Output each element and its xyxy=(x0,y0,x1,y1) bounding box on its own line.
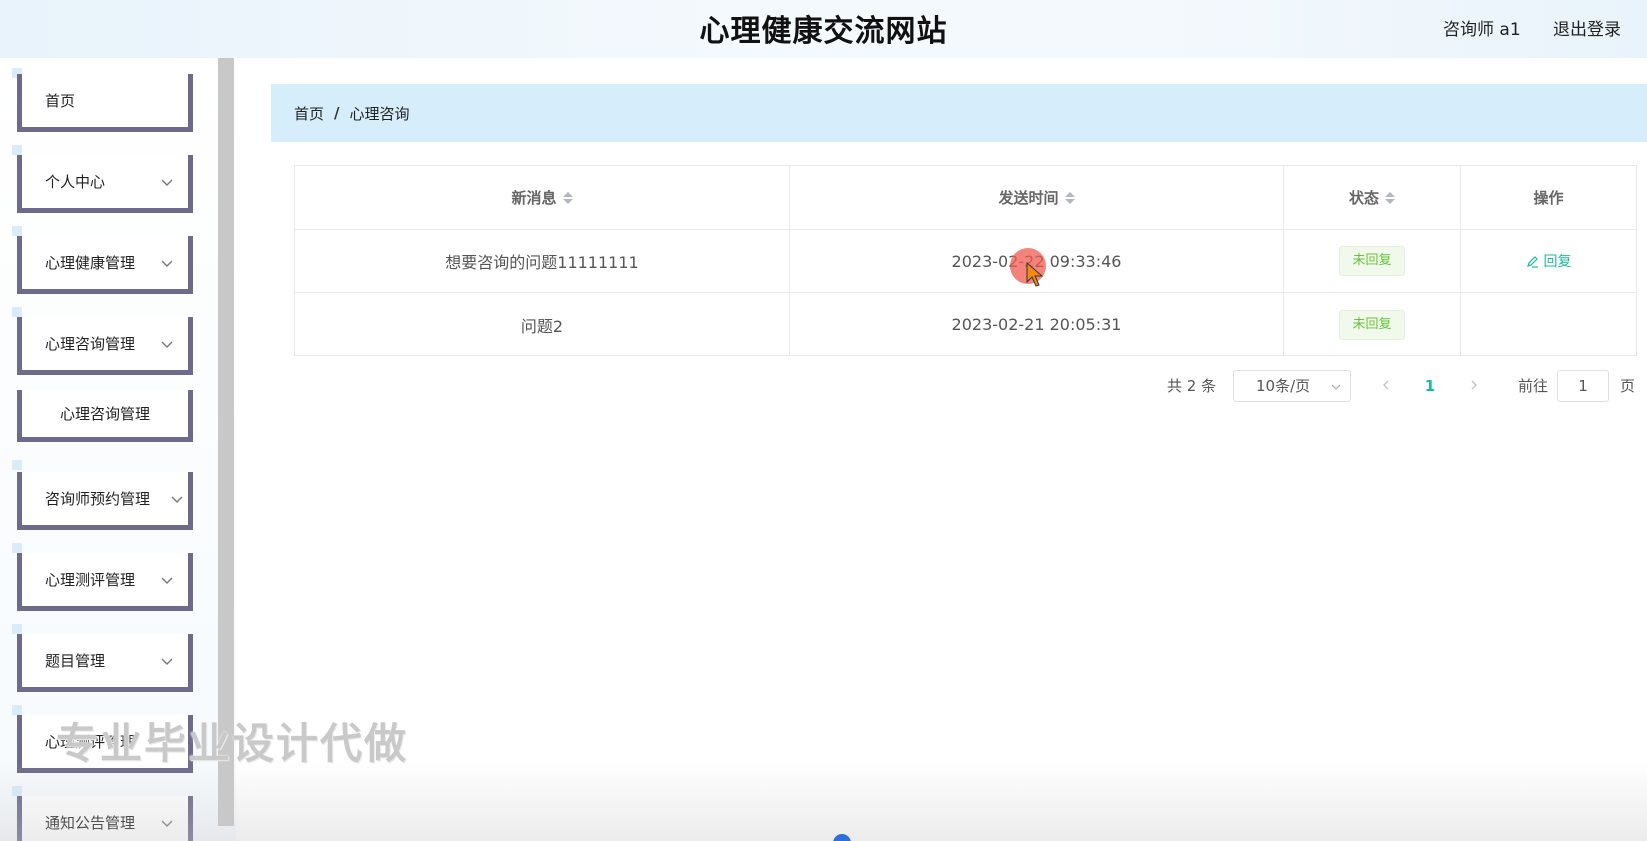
sidebar-item-label: 心理健康管理 xyxy=(45,254,136,272)
sidebar-subitem-consultation[interactable]: 心理咨询管理 xyxy=(17,390,193,442)
column-header-label: 状态 xyxy=(1348,189,1379,207)
page-suffix: 页 xyxy=(1620,377,1636,395)
sidebar-item-mental-health[interactable]: 心理健康管理 xyxy=(17,236,193,294)
sidebar-item-home[interactable]: 首页 xyxy=(17,74,193,132)
mouse-cursor-icon xyxy=(1026,262,1044,287)
breadcrumb-separator: / xyxy=(334,104,340,122)
sidebar-tab-marker xyxy=(12,460,22,470)
sidebar-item-label: 心理测评管理 xyxy=(45,571,136,589)
status-cell: 未回复 xyxy=(1284,293,1461,356)
status-badge: 未回复 xyxy=(1339,309,1405,340)
watermark-text: 专业毕业设计代做 xyxy=(56,719,409,768)
sidebar-item-label: 心理咨询管理 xyxy=(45,335,136,353)
sidebar-tab-marker xyxy=(12,705,22,715)
column-header-action: 操作 xyxy=(1461,166,1636,229)
page-size-select[interactable]: 10条/页 xyxy=(1233,370,1351,402)
time-cell: 2023-02-21 20:05:31 xyxy=(790,293,1284,356)
next-page-button[interactable] xyxy=(1464,370,1484,402)
sidebar-tab-marker xyxy=(12,145,22,155)
status-badge: 未回复 xyxy=(1339,246,1405,276)
action-cell xyxy=(1461,293,1636,356)
sidebar-tab-marker xyxy=(12,543,22,553)
table-header-row: 新消息 发送时间 状态 操作 xyxy=(295,166,1636,230)
edit-icon xyxy=(1526,255,1538,268)
page-number-button[interactable]: 1 xyxy=(1420,370,1440,402)
sort-icon[interactable] xyxy=(562,191,573,205)
site-title: 心理健康交流网站 xyxy=(699,14,948,49)
sort-icon[interactable] xyxy=(1385,191,1395,205)
sidebar-item-label: 首页 xyxy=(45,92,76,110)
video-progress-dot xyxy=(833,834,851,841)
sidebar-tab-marker xyxy=(12,624,22,634)
sidebar-subitem-label: 心理咨询管理 xyxy=(59,405,150,423)
reply-label: 回复 xyxy=(1543,254,1572,270)
video-bottom-shade xyxy=(0,760,1647,841)
sidebar-item-label: 题目管理 xyxy=(45,652,106,670)
reply-button[interactable]: 回复 xyxy=(1526,251,1572,271)
chevron-down-icon xyxy=(1331,384,1341,390)
sidebar-tab-marker xyxy=(12,786,22,796)
page-size-value: 10条/页 xyxy=(1256,377,1311,395)
status-cell: 未回复 xyxy=(1284,230,1461,292)
sidebar-item-notices[interactable]: 通知公告管理 xyxy=(17,796,193,841)
chevron-down-icon xyxy=(161,341,173,348)
column-header-label: 新消息 xyxy=(511,189,557,207)
sidebar-item-label: 通知公告管理 xyxy=(45,814,136,832)
column-header-status[interactable]: 状态 xyxy=(1284,166,1461,229)
chevron-down-icon xyxy=(171,496,183,503)
pagination-total: 共 2 条 xyxy=(1167,377,1217,395)
sidebar-item-assessment[interactable]: 心理测评管理 xyxy=(17,553,193,611)
chevron-left-icon xyxy=(1383,380,1389,390)
sidebar-item-questions[interactable]: 题目管理 xyxy=(17,634,193,692)
sidebar-item-personal-center[interactable]: 个人中心 xyxy=(17,155,193,213)
column-header-label: 发送时间 xyxy=(998,189,1059,207)
message-cell: 问题2 xyxy=(295,293,790,356)
action-cell: 回复 xyxy=(1461,230,1636,292)
sidebar-item-label: 个人中心 xyxy=(45,173,106,191)
sidebar-item-appointment[interactable]: 咨询师预约管理 xyxy=(17,472,193,530)
column-header-message[interactable]: 新消息 xyxy=(295,166,790,229)
sidebar-tab-marker xyxy=(12,226,22,236)
column-header-label: 操作 xyxy=(1533,189,1564,207)
chevron-down-icon xyxy=(161,658,173,665)
chevron-down-icon xyxy=(161,179,173,186)
table-row: 想要咨询的问题11111111 2023-02-22 09:33:46 未回复 … xyxy=(295,230,1636,293)
prev-page-button[interactable] xyxy=(1376,370,1396,402)
chevron-right-icon xyxy=(1471,380,1477,390)
sort-icon[interactable] xyxy=(1064,191,1075,205)
breadcrumb-current: 心理咨询 xyxy=(349,104,410,123)
column-header-time[interactable]: 发送时间 xyxy=(790,166,1284,229)
chevron-down-icon xyxy=(161,577,173,584)
goto-label: 前往 xyxy=(1518,377,1549,395)
sidebar-item-consultation[interactable]: 心理咨询管理 xyxy=(17,317,193,375)
breadcrumb: 首页 / 心理咨询 xyxy=(271,84,1647,142)
sidebar-item-label: 咨询师预约管理 xyxy=(45,490,151,508)
goto-page-input[interactable]: 1 xyxy=(1557,370,1609,402)
chevron-down-icon xyxy=(161,260,173,267)
current-user: 咨询师 a1 xyxy=(1443,20,1521,40)
chevron-down-icon xyxy=(161,820,173,827)
logout-link[interactable]: 退出登录 xyxy=(1553,15,1621,40)
breadcrumb-home[interactable]: 首页 xyxy=(294,103,324,124)
top-header: 心理健康交流网站 咨询师 a1 退出登录 xyxy=(0,0,1647,58)
message-cell: 想要咨询的问题11111111 xyxy=(295,230,790,292)
table-row: 问题2 2023-02-21 20:05:31 未回复 xyxy=(295,293,1636,356)
sidebar-tab-marker xyxy=(12,307,22,317)
message-table: 新消息 发送时间 状态 操作 想要咨询的问题11111111 2023-02-2… xyxy=(294,165,1637,356)
